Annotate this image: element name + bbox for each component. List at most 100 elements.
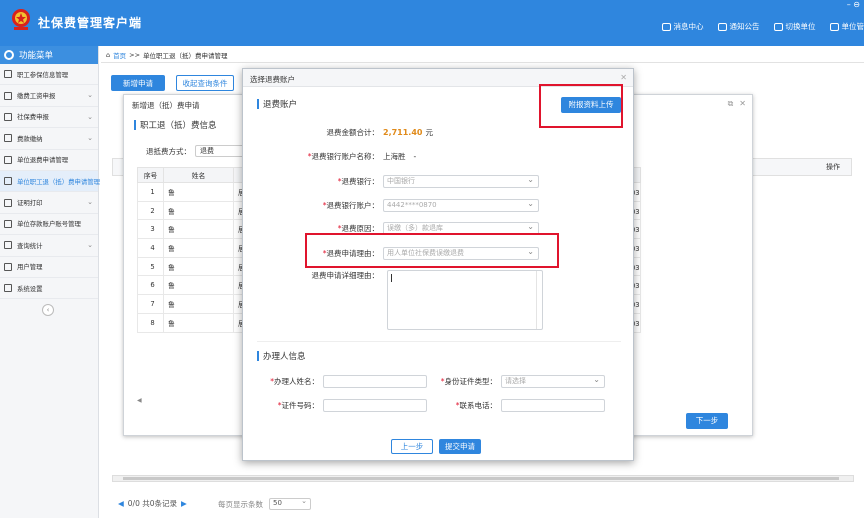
- sidebar-item-label: 单位退费申请管理: [17, 156, 69, 165]
- phone-input[interactable]: [501, 399, 605, 412]
- page-size-select[interactable]: 50: [269, 497, 311, 510]
- sidebar-item[interactable]: 单位职工退（抵）费申请管理: [0, 170, 101, 193]
- sidebar-item-label: 证明打印: [17, 199, 43, 208]
- table-header: 姓名: [163, 167, 234, 183]
- topnav-label: 消息中心: [673, 22, 704, 31]
- sidebar-item-label: 系统设置: [17, 284, 43, 293]
- amount-row: 退费金额合计： 2,711.40 元: [283, 127, 433, 138]
- divider: [257, 341, 621, 342]
- table-cell: 鲁: [163, 294, 234, 314]
- refund2-icon: [4, 177, 12, 186]
- account-label: 退费银行账户：: [326, 201, 380, 210]
- submit-application-button[interactable]: 提交申请: [439, 439, 481, 454]
- topnav-item[interactable]: 消息中心: [661, 21, 704, 32]
- breadcrumb-home[interactable]: 首页: [113, 50, 126, 60]
- divider: [101, 62, 864, 63]
- sidebar: 功能菜单 职工参保信息管理 缴费工资申报 ⌄ 社保费申报 ⌄ 费款缴纳 ⌄ 单位退费申请管理单…: [0, 46, 101, 518]
- table-cell: 鲁: [163, 182, 234, 202]
- pager: ◀ 0/0 共0条记录 ▶: [118, 498, 187, 509]
- cert-no-input[interactable]: [323, 399, 427, 412]
- report-icon: [4, 112, 12, 121]
- sidebar-item[interactable]: 缴费工资申报 ⌄: [0, 85, 98, 107]
- detail-reason-textarea[interactable]: [387, 270, 543, 330]
- prev-page-icon[interactable]: ◀: [118, 499, 124, 508]
- close-icon[interactable]: ✕: [620, 73, 627, 82]
- new-application-button[interactable]: 新增申请: [111, 75, 165, 91]
- topnav-label: 通知公告: [729, 22, 760, 31]
- highlight-box: [539, 84, 623, 128]
- bank-select[interactable]: 中国银行: [383, 174, 539, 188]
- pager-text: 0/0 共0条记录: [127, 499, 178, 508]
- chevron-down-icon: ⌄: [87, 241, 93, 250]
- next-page-icon[interactable]: ▶: [181, 499, 187, 508]
- doc-icon: [4, 70, 12, 79]
- collapse-query-button[interactable]: 收起查询条件: [176, 75, 234, 91]
- top-nav: 消息中心 通知公告 切换单位 单位管: [661, 21, 864, 32]
- topnav-item[interactable]: 单位管: [829, 21, 864, 32]
- refund-account-modal: 选择退费账户 ✕ 退费账户 附报资料上传 退费金额合计： 2,711.40 元 …: [242, 68, 634, 461]
- horizontal-scrollbar[interactable]: [112, 475, 854, 482]
- section-title-text: 职工退（抵）费信息: [140, 121, 217, 131]
- cert-no-row: *证件号码：: [255, 399, 427, 412]
- prev-step-button[interactable]: 上一步: [391, 439, 433, 454]
- home-icon[interactable]: ⌂: [106, 51, 110, 59]
- mail-icon: [717, 22, 727, 31]
- refund-icon: [4, 155, 12, 164]
- sidebar-item-label: 职工参保信息管理: [17, 70, 69, 79]
- sidebar-item[interactable]: 查询统计 ⌄: [0, 235, 98, 257]
- textarea-scrollbar[interactable]: [536, 271, 542, 329]
- sidebar-item-label: 缴费工资申报: [17, 92, 56, 101]
- sidebar-item[interactable]: 社保费申报 ⌄: [0, 107, 98, 129]
- menu-gear-icon: [4, 50, 14, 60]
- topnav-item[interactable]: 切换单位: [773, 21, 816, 32]
- sidebar-item-label: 费款缴纳: [17, 134, 43, 143]
- next-step-button[interactable]: 下一步: [686, 413, 728, 429]
- sidebar-item[interactable]: 费款缴纳 ⌄: [0, 128, 98, 150]
- sidebar-item[interactable]: 单位退费申请管理: [0, 150, 98, 171]
- sidebar-item[interactable]: 单位存款账户账号管理: [0, 214, 98, 236]
- sidebar-item[interactable]: 系统设置: [0, 278, 98, 300]
- sidebar-item[interactable]: 证明打印 ⌄: [0, 192, 98, 214]
- chevron-down-icon: ⌄: [87, 112, 93, 121]
- sidebar-item-label: 单位职工退（抵）费申请管理: [17, 177, 101, 186]
- close-icon[interactable]: ✕: [739, 99, 746, 109]
- account-select[interactable]: 4442****0870: [383, 198, 539, 212]
- table-cell: 6: [137, 275, 164, 296]
- edit-icon: [4, 91, 12, 100]
- handler-name-input[interactable]: [323, 375, 427, 388]
- modal-title: 新增退（抵）费申请: [132, 101, 200, 110]
- detail-reason-row: 退费申请详细理由：: [283, 270, 383, 281]
- topnav-item[interactable]: 通知公告: [717, 21, 760, 32]
- sidebar-item-label: 查询统计: [17, 241, 43, 250]
- sidebar-item[interactable]: 职工参保信息管理: [0, 64, 98, 86]
- sidebar-item-label: 单位存款账户账号管理: [17, 220, 81, 229]
- swap-icon: [773, 22, 783, 31]
- sidebar-item-label: 用户管理: [17, 263, 43, 272]
- sidebar-collapse-button[interactable]: ‹: [42, 304, 54, 316]
- maximize-icon[interactable]: ⧉: [728, 99, 734, 109]
- chevron-down-icon: ⌄: [87, 91, 93, 100]
- account-name-label: 退费银行账户名称：: [311, 152, 380, 161]
- building-icon: [829, 22, 839, 31]
- emblem-logo: [12, 9, 30, 30]
- sidebar-item-label: 社保费申报: [17, 113, 49, 122]
- top-bar: 社保费管理客户端 – ⊖ 消息中心 通知公告 切换单位 单位管: [0, 0, 864, 46]
- section-title: 退费账户: [257, 98, 297, 110]
- amount-value: 2,711.40: [383, 128, 423, 137]
- sidebar-header: 功能菜单: [0, 46, 98, 64]
- page-size: 每页显示条数 50: [218, 497, 311, 510]
- table-cell: 5: [137, 256, 164, 277]
- scrollbar-thumb[interactable]: [123, 477, 839, 480]
- speaker-icon: [661, 22, 671, 31]
- reason-label: 退费原因：: [341, 224, 380, 233]
- search-icon: [4, 241, 12, 250]
- scroll-left-icon[interactable]: ◀: [137, 397, 142, 404]
- cert-type-select[interactable]: 请选择: [501, 374, 605, 388]
- sidebar-header-label: 功能菜单: [19, 51, 54, 61]
- amount-label: 退费金额合计：: [326, 128, 380, 137]
- window-controls[interactable]: – ⊖: [847, 0, 860, 9]
- phone-row: *联系电话：: [433, 399, 605, 412]
- sidebar-item[interactable]: 用户管理: [0, 257, 98, 278]
- breadcrumb: ⌂ 首页 >> 单位职工退（抵）费申请管理: [106, 50, 228, 60]
- bank-label: 退费银行：: [341, 177, 380, 186]
